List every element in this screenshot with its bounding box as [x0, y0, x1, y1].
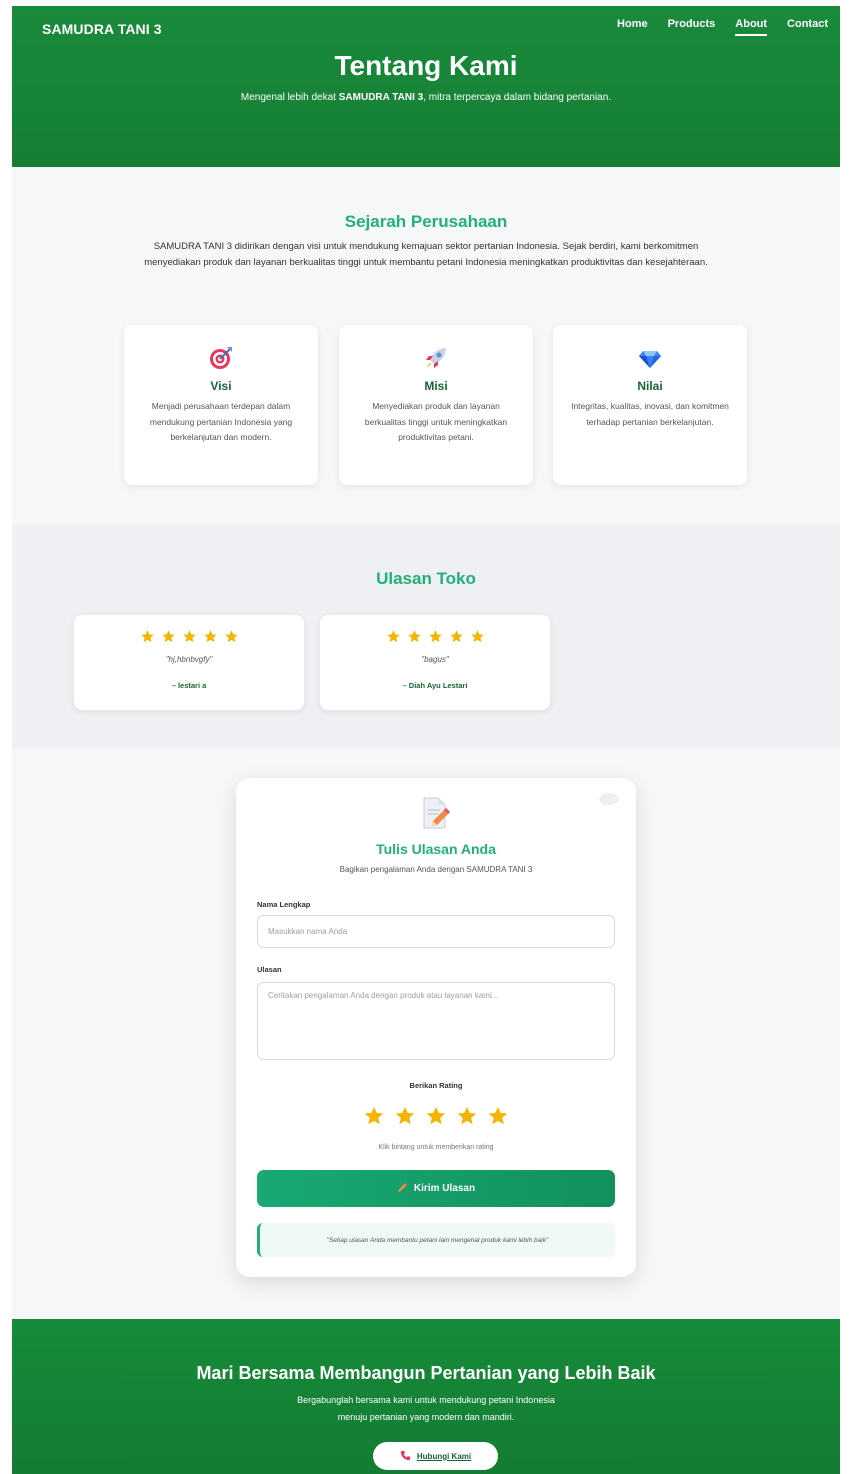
star-icon [428, 629, 443, 649]
ulasan-section: Ulasan Toko "hj,hbnbvgfy" – lestari a "b… [12, 525, 840, 749]
sejarah-section: Sejarah Perusahaan SAMUDRA TANI 3 didiri… [12, 167, 840, 525]
contact-us-label: Hubungi Kami [416, 1451, 472, 1461]
hero-subtitle-post: , mitra terpercaya dalam bidang pertania… [423, 92, 612, 103]
nilai-title: Nilai [637, 379, 663, 393]
star-icon[interactable] [425, 1105, 447, 1132]
page-title: Tentang Kami [334, 50, 518, 81]
visi-card: Visi Menjadi perusahaan terdepan dalam m… [124, 325, 318, 485]
review-author: – Diah Ayu Lestari [402, 681, 468, 690]
brand-logo[interactable]: SAMUDRA TANI 3 [42, 21, 162, 37]
nav-home[interactable]: Home [617, 18, 648, 36]
hero-header: SAMUDRA TANI 3 Home Products About Conta… [12, 6, 840, 167]
nav-contact[interactable]: Contact [787, 18, 828, 36]
review-label: Ulasan [257, 965, 282, 974]
review-text: "hj,hbnbvgfy" [165, 655, 213, 664]
visi-text: Menjadi perusahaan terdepan dalam menduk… [149, 401, 293, 442]
form-title: Tulis Ulasan Anda [376, 841, 496, 857]
phone-icon [400, 1450, 411, 1463]
star-icon[interactable] [363, 1105, 385, 1132]
cta-text-line2: menuju pertanian yang modern dan mandiri… [337, 1412, 515, 1422]
star-icon [224, 629, 239, 649]
hero-subtitle-brand: SAMUDRA TANI 3 [338, 92, 424, 103]
name-label: Nama Lengkap [257, 900, 311, 909]
review-stars [74, 629, 304, 649]
main-nav: Home Products About Contact [617, 18, 828, 36]
review-text: "bagus" [421, 655, 449, 664]
review-form-section: Tulis Ulasan Anda Bagikan pengalaman And… [12, 749, 840, 1319]
star-icon [140, 629, 155, 649]
star-icon[interactable] [456, 1105, 478, 1132]
review-author: – lestari a [171, 681, 207, 690]
rating-label: Berikan Rating [409, 1081, 463, 1090]
page: SAMUDRA TANI 3 Home Products About Conta… [12, 6, 840, 1474]
diamond-icon [553, 345, 747, 371]
star-icon[interactable] [394, 1105, 416, 1132]
star-icon [386, 629, 401, 649]
rocket-icon [339, 345, 533, 371]
review-stars [320, 629, 550, 649]
star-icon [449, 629, 464, 649]
sejarah-title: Sejarah Perusahaan [344, 212, 508, 231]
submit-review-label: Kirim Ulasan [413, 1183, 476, 1194]
submit-review-button[interactable]: Kirim Ulasan [257, 1170, 615, 1207]
cta-title: Mari Bersama Membangun Pertanian yang Le… [196, 1363, 656, 1383]
misi-title: Misi [424, 379, 448, 393]
ulasan-title: Ulasan Toko [376, 569, 476, 588]
star-icon [161, 629, 176, 649]
target-icon [124, 345, 318, 371]
memo-icon [236, 796, 636, 830]
name-input[interactable] [257, 915, 615, 948]
cta-section: Mari Bersama Membangun Pertanian yang Le… [12, 1319, 840, 1474]
review-form-card: Tulis Ulasan Anda Bagikan pengalaman And… [236, 778, 636, 1277]
cta-text-line1: Bergabunglah bersama kami untuk mendukun… [297, 1395, 555, 1405]
review-textarea[interactable] [257, 982, 615, 1060]
sejarah-text: SAMUDRA TANI 3 didirikan dengan visi unt… [144, 241, 708, 268]
visi-title: Visi [210, 379, 232, 393]
star-icon [203, 629, 218, 649]
nilai-card: Nilai Integritas, kualitas, inovasi, dan… [553, 325, 747, 485]
star-icon[interactable] [487, 1105, 509, 1132]
cta-text: Bergabunglah bersama kami untuk mendukun… [12, 1392, 840, 1426]
rating-hint: Klik bintang untuk memberikan rating [378, 1144, 494, 1151]
nav-about[interactable]: About [735, 18, 768, 36]
review-card: "bagus" – Diah Ayu Lestari [320, 615, 550, 710]
nav-products[interactable]: Products [668, 18, 716, 36]
star-icon [182, 629, 197, 649]
misi-text: Menyediakan produk dan layanan berkualit… [364, 401, 508, 442]
hero-subtitle: Mengenal lebih dekat SAMUDRA TANI 3, mit… [12, 92, 840, 103]
nilai-text: Integritas, kualitas, inovasi, dan komit… [571, 401, 729, 427]
pencil-icon [397, 1182, 408, 1196]
review-card: "hj,hbnbvgfy" – lestari a [74, 615, 304, 710]
form-subtitle: Bagikan pengalaman Anda dengan SAMUDRA T… [339, 865, 533, 874]
form-note: "Setiap ulasan Anda membantu petani lain… [257, 1223, 615, 1257]
contact-us-button[interactable]: Hubungi Kami [373, 1442, 498, 1470]
star-icon [407, 629, 422, 649]
hero-subtitle-pre: Mengenal lebih dekat [240, 92, 339, 103]
star-icon [470, 629, 485, 649]
rating-stars[interactable] [236, 1105, 636, 1132]
misi-card: Misi Menyediakan produk dan layanan berk… [339, 325, 533, 485]
